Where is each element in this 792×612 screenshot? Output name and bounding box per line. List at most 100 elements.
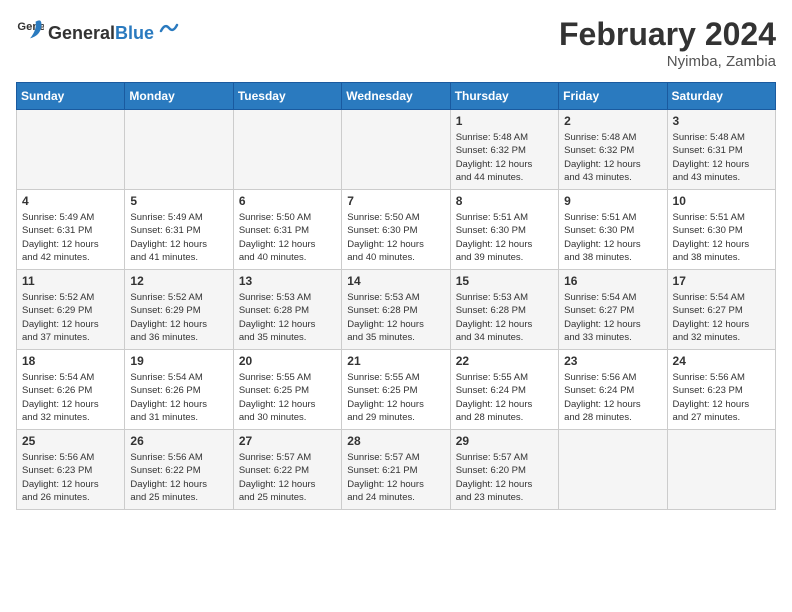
day-number: 20 (239, 354, 336, 368)
day-number: 29 (456, 434, 553, 448)
day-number: 28 (347, 434, 444, 448)
day-info: Sunrise: 5:48 AM Sunset: 6:31 PM Dayligh… (673, 131, 770, 184)
day-info: Sunrise: 5:53 AM Sunset: 6:28 PM Dayligh… (456, 291, 553, 344)
calendar-header: SundayMondayTuesdayWednesdayThursdayFrid… (17, 83, 776, 110)
logo-general: General (48, 23, 115, 44)
calendar-cell: 27 Sunrise: 5:57 AM Sunset: 6:22 PM Dayli… (233, 430, 341, 510)
day-info: Sunrise: 5:56 AM Sunset: 6:23 PM Dayligh… (673, 371, 770, 424)
calendar-cell (559, 430, 667, 510)
day-info: Sunrise: 5:57 AM Sunset: 6:22 PM Dayligh… (239, 451, 336, 504)
day-number: 26 (130, 434, 227, 448)
day-info: Sunrise: 5:50 AM Sunset: 6:31 PM Dayligh… (239, 211, 336, 264)
day-number: 17 (673, 274, 770, 288)
day-number: 24 (673, 354, 770, 368)
day-number: 8 (456, 194, 553, 208)
calendar-cell: 14 Sunrise: 5:53 AM Sunset: 6:28 PM Dayli… (342, 270, 450, 350)
day-number: 23 (564, 354, 661, 368)
header-cell-monday: Monday (125, 83, 233, 110)
day-info: Sunrise: 5:57 AM Sunset: 6:20 PM Dayligh… (456, 451, 553, 504)
calendar-cell: 17 Sunrise: 5:54 AM Sunset: 6:27 PM Dayli… (667, 270, 775, 350)
week-row-2: 4 Sunrise: 5:49 AM Sunset: 6:31 PM Daylig… (17, 190, 776, 270)
day-number: 16 (564, 274, 661, 288)
day-info: Sunrise: 5:53 AM Sunset: 6:28 PM Dayligh… (239, 291, 336, 344)
day-info: Sunrise: 5:51 AM Sunset: 6:30 PM Dayligh… (564, 211, 661, 264)
day-info: Sunrise: 5:51 AM Sunset: 6:30 PM Dayligh… (456, 211, 553, 264)
month-year-title: February 2024 (559, 16, 776, 53)
day-info: Sunrise: 5:53 AM Sunset: 6:28 PM Dayligh… (347, 291, 444, 344)
week-row-3: 11 Sunrise: 5:52 AM Sunset: 6:29 PM Dayli… (17, 270, 776, 350)
calendar-cell: 6 Sunrise: 5:50 AM Sunset: 6:31 PM Daylig… (233, 190, 341, 270)
day-number: 22 (456, 354, 553, 368)
header-cell-friday: Friday (559, 83, 667, 110)
calendar-cell: 5 Sunrise: 5:49 AM Sunset: 6:31 PM Daylig… (125, 190, 233, 270)
page-header: General General Blue February 2024 Nyimb… (16, 16, 776, 70)
day-info: Sunrise: 5:54 AM Sunset: 6:26 PM Dayligh… (22, 371, 119, 424)
calendar-cell: 10Sunrise: 5:51 AM Sunset: 6:30 PM Dayli… (667, 190, 775, 270)
calendar-cell: 18 Sunrise: 5:54 AM Sunset: 6:26 PM Dayli… (17, 350, 125, 430)
day-info: Sunrise: 5:56 AM Sunset: 6:24 PM Dayligh… (564, 371, 661, 424)
calendar-cell (17, 110, 125, 190)
calendar-cell: 4 Sunrise: 5:49 AM Sunset: 6:31 PM Daylig… (17, 190, 125, 270)
logo-wave-icon (157, 17, 179, 39)
calendar-cell: 29 Sunrise: 5:57 AM Sunset: 6:20 PM Dayli… (450, 430, 558, 510)
header-cell-thursday: Thursday (450, 83, 558, 110)
logo-icon: General (16, 16, 44, 44)
calendar-cell: 12Sunrise: 5:52 AM Sunset: 6:29 PM Dayli… (125, 270, 233, 350)
calendar-cell (667, 430, 775, 510)
logo-blue: Blue (115, 23, 154, 44)
day-number: 11 (22, 274, 119, 288)
day-info: Sunrise: 5:48 AM Sunset: 6:32 PM Dayligh… (456, 131, 553, 184)
day-number: 4 (22, 194, 119, 208)
day-info: Sunrise: 5:48 AM Sunset: 6:32 PM Dayligh… (564, 131, 661, 184)
day-info: Sunrise: 5:49 AM Sunset: 6:31 PM Dayligh… (130, 211, 227, 264)
day-number: 19 (130, 354, 227, 368)
day-number: 21 (347, 354, 444, 368)
day-info: Sunrise: 5:52 AM Sunset: 6:29 PM Dayligh… (130, 291, 227, 344)
day-info: Sunrise: 5:56 AM Sunset: 6:23 PM Dayligh… (22, 451, 119, 504)
calendar-cell: 19 Sunrise: 5:54 AM Sunset: 6:26 PM Dayli… (125, 350, 233, 430)
calendar-cell: 7 Sunrise: 5:50 AM Sunset: 6:30 PM Daylig… (342, 190, 450, 270)
calendar-cell: 16 Sunrise: 5:54 AM Sunset: 6:27 PM Dayli… (559, 270, 667, 350)
day-info: Sunrise: 5:54 AM Sunset: 6:27 PM Dayligh… (564, 291, 661, 344)
day-number: 3 (673, 114, 770, 128)
header-cell-sunday: Sunday (17, 83, 125, 110)
calendar-cell (125, 110, 233, 190)
calendar-cell: 22 Sunrise: 5:55 AM Sunset: 6:24 PM Dayli… (450, 350, 558, 430)
day-number: 10 (673, 194, 770, 208)
day-info: Sunrise: 5:55 AM Sunset: 6:25 PM Dayligh… (347, 371, 444, 424)
day-info: Sunrise: 5:49 AM Sunset: 6:31 PM Dayligh… (22, 211, 119, 264)
day-number: 5 (130, 194, 227, 208)
day-number: 13 (239, 274, 336, 288)
week-row-4: 18 Sunrise: 5:54 AM Sunset: 6:26 PM Dayli… (17, 350, 776, 430)
day-info: Sunrise: 5:57 AM Sunset: 6:21 PM Dayligh… (347, 451, 444, 504)
calendar-cell: 26 Sunrise: 5:56 AM Sunset: 6:22 PM Dayli… (125, 430, 233, 510)
calendar-cell: 2Sunrise: 5:48 AM Sunset: 6:32 PM Daylig… (559, 110, 667, 190)
calendar-cell (342, 110, 450, 190)
day-number: 15 (456, 274, 553, 288)
calendar-cell: 25Sunrise: 5:56 AM Sunset: 6:23 PM Dayli… (17, 430, 125, 510)
calendar-cell: 11Sunrise: 5:52 AM Sunset: 6:29 PM Dayli… (17, 270, 125, 350)
calendar-cell: 8 Sunrise: 5:51 AM Sunset: 6:30 PM Daylig… (450, 190, 558, 270)
calendar-cell: 9Sunrise: 5:51 AM Sunset: 6:30 PM Daylig… (559, 190, 667, 270)
day-info: Sunrise: 5:55 AM Sunset: 6:25 PM Dayligh… (239, 371, 336, 424)
day-number: 1 (456, 114, 553, 128)
day-number: 7 (347, 194, 444, 208)
calendar-cell: 13 Sunrise: 5:53 AM Sunset: 6:28 PM Dayli… (233, 270, 341, 350)
location-subtitle: Nyimba, Zambia (559, 53, 776, 70)
day-number: 6 (239, 194, 336, 208)
day-info: Sunrise: 5:50 AM Sunset: 6:30 PM Dayligh… (347, 211, 444, 264)
calendar-body: 1 Sunrise: 5:48 AM Sunset: 6:32 PM Daylig… (17, 110, 776, 510)
day-number: 18 (22, 354, 119, 368)
day-info: Sunrise: 5:55 AM Sunset: 6:24 PM Dayligh… (456, 371, 553, 424)
day-info: Sunrise: 5:54 AM Sunset: 6:27 PM Dayligh… (673, 291, 770, 344)
day-info: Sunrise: 5:54 AM Sunset: 6:26 PM Dayligh… (130, 371, 227, 424)
calendar-cell: 20 Sunrise: 5:55 AM Sunset: 6:25 PM Dayli… (233, 350, 341, 430)
day-info: Sunrise: 5:56 AM Sunset: 6:22 PM Dayligh… (130, 451, 227, 504)
day-number: 14 (347, 274, 444, 288)
calendar-cell: 23 Sunrise: 5:56 AM Sunset: 6:24 PM Dayli… (559, 350, 667, 430)
header-cell-tuesday: Tuesday (233, 83, 341, 110)
calendar-cell: 1 Sunrise: 5:48 AM Sunset: 6:32 PM Daylig… (450, 110, 558, 190)
calendar-cell: 15 Sunrise: 5:53 AM Sunset: 6:28 PM Dayli… (450, 270, 558, 350)
day-number: 27 (239, 434, 336, 448)
calendar-cell: 21 Sunrise: 5:55 AM Sunset: 6:25 PM Dayli… (342, 350, 450, 430)
